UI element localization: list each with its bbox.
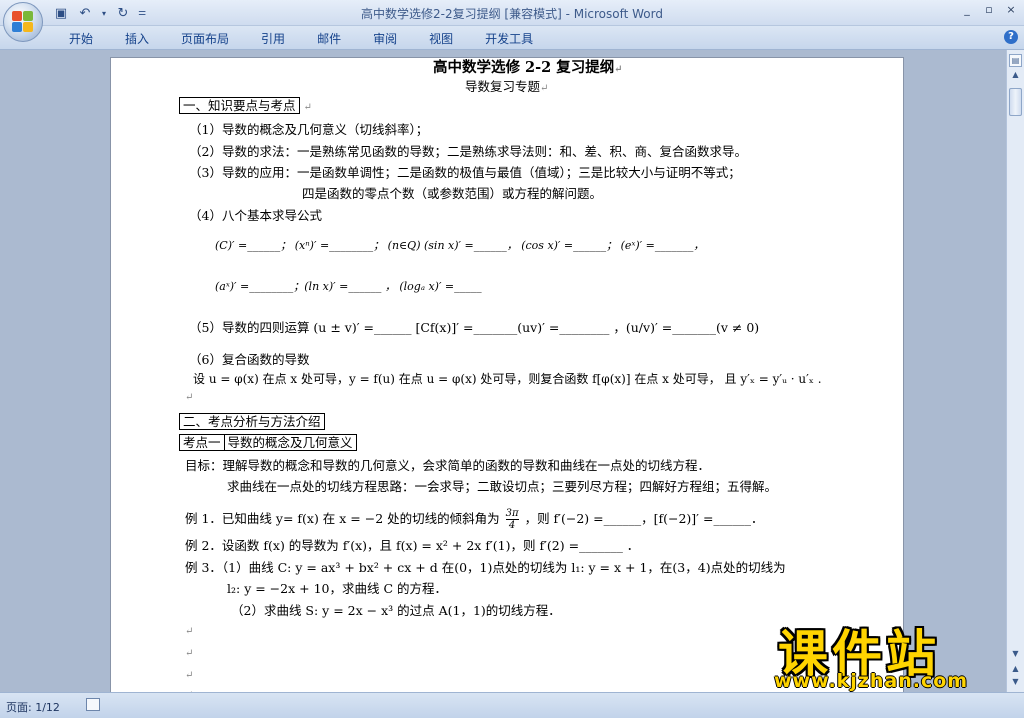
vertical-scrollbar[interactable]: ▤ ▲ ▼ ▲ ▼ <box>1006 50 1024 692</box>
paragraph-mark: ↵ <box>185 392 194 403</box>
status-bar: 页面: 1/12 <box>0 692 1024 718</box>
example-2: 例 2．设函数 f(x) 的导数为 f′(x)，且 f(x) = x² + 2x… <box>185 538 640 553</box>
paragraph-mark: ↵ <box>185 670 194 681</box>
example-3: （2）求曲线 S: y = 2x − x³ 的过点 A(1，1)的切线方程． <box>231 603 561 618</box>
title-bar: ▣ ↶ ▾ ↻ ⚌ 高中数学选修2-2复习提纲 [兼容模式] - Microso… <box>0 0 1024 42</box>
tab-view[interactable]: 视图 <box>418 30 464 47</box>
minimize-button[interactable]: _ <box>960 3 974 16</box>
document-subtitle: 导数复习专题↵ <box>465 79 549 94</box>
office-button[interactable] <box>3 2 43 42</box>
goal-text: 求曲线在一点处的切线方程思路：一会求导；二敢设切点；三要列尽方程；四解好方程组；… <box>227 479 778 494</box>
list-item: （3）导数的应用：一是函数单调性；二是函数的极值与最值（值域）；三是比较大小与证… <box>189 165 741 180</box>
document-title: 高中数学选修 2-2 复习提纲↵ <box>433 59 623 76</box>
document-page[interactable]: 高中数学选修 2-2 复习提纲↵ 导数复习专题↵ 一、知识要点与考点 ↵ （1）… <box>110 57 904 692</box>
document-workspace: 高中数学选修 2-2 复习提纲↵ 导数复习专题↵ 一、知识要点与考点 ↵ （1）… <box>0 50 1006 692</box>
tab-developer[interactable]: 开发工具 <box>474 30 544 47</box>
restore-button[interactable]: ▫ <box>982 3 996 16</box>
watermark-url: www.kjzhan.com <box>774 670 969 692</box>
example-1: 例 1．已知曲线 y= f(x) 在 x = −2 处的切线的倾斜角为 3π 4… <box>185 508 764 531</box>
scroll-up-icon[interactable]: ▲ <box>1009 70 1022 83</box>
page-count[interactable]: 页面: 1/12 <box>6 699 60 715</box>
list-item: （5）导数的四则运算 (u ± v)′ =______ [Cf(x)]′ =__… <box>189 320 760 335</box>
section-heading-2: 二、考点分析与方法介绍 <box>179 413 325 430</box>
ribbon-tabs: 开始 插入 页面布局 引用 邮件 审阅 视图 开发工具 <box>58 30 554 47</box>
help-icon[interactable]: ? <box>1004 30 1018 44</box>
previous-page-icon[interactable]: ▲ <box>1009 664 1022 676</box>
close-button[interactable]: × <box>1004 3 1018 16</box>
formula-row: (aˣ)′ =________；(ln x)′ =______ ， (logₐ … <box>215 280 482 293</box>
office-logo-icon <box>12 11 34 33</box>
window-title: 高中数学选修2-2复习提纲 [兼容模式] - Microsoft Word <box>360 7 663 21</box>
formula-row: (C)′ =______； (xⁿ)′ =________； (n∈Q) (si… <box>215 239 705 252</box>
scroll-thumb[interactable] <box>1009 88 1022 116</box>
tab-mailings[interactable]: 邮件 <box>306 30 352 47</box>
layout-icon[interactable] <box>86 698 100 711</box>
paragraph-mark: ↵ <box>185 626 194 637</box>
tab-home[interactable]: 开始 <box>58 30 104 47</box>
list-item: 设 u = φ(x) 在点 x 处可导，y = f(u) 在点 u = φ(x)… <box>193 372 822 386</box>
list-item: 四是函数的零点个数（或参数范围）或方程的解问题。 <box>302 186 603 201</box>
goal-text: 目标：理解导数的概念和导数的几何意义，会求简单的函数的导数和曲线在一点处的切线方… <box>185 458 711 473</box>
ruler-toggle-icon[interactable]: ▤ <box>1009 54 1022 67</box>
watermark: 课件站 www.kjzhan.com <box>770 614 1010 694</box>
tab-references[interactable]: 引用 <box>250 30 296 47</box>
section-heading-1: 一、知识要点与考点 ↵ <box>179 97 312 114</box>
list-item: （2）导数的求法：一是熟练常见函数的导数；二是熟练求导法则：和、差、积、商、复合… <box>189 144 747 159</box>
next-page-icon[interactable]: ▼ <box>1009 677 1022 689</box>
list-item: （4）八个基本求导公式 <box>189 208 322 223</box>
kaodian-heading: 考点一 导数的概念及几何意义 <box>179 434 357 451</box>
window-controls: _ ▫ × <box>960 3 1018 16</box>
example-3: 例 3．（1）曲线 C: y = ax³ + bx² + cx + d 在(0，… <box>185 560 786 575</box>
tab-review[interactable]: 审阅 <box>362 30 408 47</box>
list-item: （6）复合函数的导数 <box>189 352 310 367</box>
example-3: l₂: y = −2x + 10，求曲线 C 的方程． <box>227 581 447 596</box>
list-item: （1）导数的概念及几何意义（切线斜率）； <box>189 122 429 137</box>
paragraph-mark: ↵ <box>185 648 194 659</box>
tab-page-layout[interactable]: 页面布局 <box>170 30 240 47</box>
scroll-down-icon[interactable]: ▼ <box>1009 649 1022 662</box>
tab-insert[interactable]: 插入 <box>114 30 160 47</box>
ribbon: 开始 插入 页面布局 引用 邮件 审阅 视图 开发工具 ? <box>0 26 1024 50</box>
